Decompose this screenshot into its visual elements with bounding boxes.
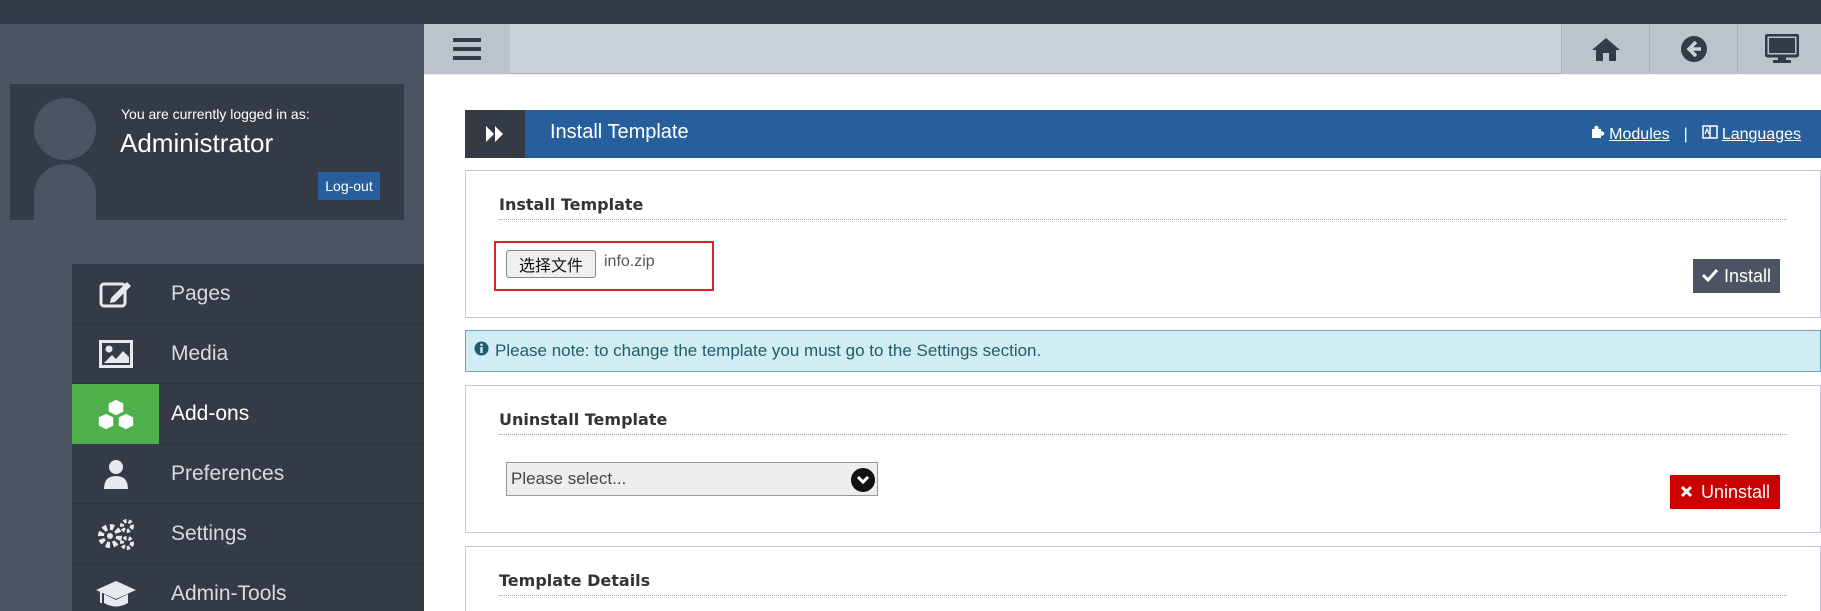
panel-title: Install Template — [499, 195, 644, 214]
main-menu: Pages Media Add-ons Preferences Settings… — [72, 264, 424, 611]
gears-icon — [72, 504, 159, 564]
info-note: Please note: to change the template you … — [465, 330, 1821, 372]
back-icon[interactable] — [1649, 24, 1737, 74]
panel-title: Template Details — [499, 571, 651, 590]
menu-item-label: Settings — [171, 521, 247, 545]
link-separator: | — [1683, 125, 1688, 143]
logout-button[interactable]: Log-out — [318, 172, 380, 200]
note-text: Please note: to change the template you … — [495, 341, 1042, 360]
menu-icon[interactable] — [424, 24, 510, 74]
language-icon — [1702, 125, 1718, 144]
menu-item-preferences[interactable]: Preferences — [72, 444, 424, 504]
info-icon — [474, 341, 489, 361]
uninstall-button[interactable]: Uninstall — [1670, 475, 1780, 509]
divider — [499, 219, 1787, 220]
graduation-cap-icon — [72, 564, 159, 611]
panel-title: Uninstall Template — [499, 410, 668, 429]
menu-item-settings[interactable]: Settings — [72, 504, 424, 564]
page-header: Install Template Modules | Languages — [465, 110, 1821, 158]
puzzle-icon — [1591, 125, 1605, 144]
menu-item-label: Admin-Tools — [171, 581, 287, 605]
install-label: Install — [1723, 265, 1772, 286]
divider — [499, 595, 1787, 596]
content-area: Install Template Modules | Languages Ins… — [424, 75, 1821, 611]
languages-link[interactable]: Languages — [1722, 126, 1801, 144]
uninstall-label: Uninstall — [1700, 481, 1771, 502]
toolbar — [424, 24, 1821, 74]
divider — [499, 434, 1787, 435]
image-icon — [72, 324, 159, 384]
menu-item-label: Preferences — [171, 461, 285, 485]
sidebar: You are currently logged in as: Administ… — [0, 24, 424, 611]
double-chevron-right-icon — [465, 110, 525, 158]
user-box: You are currently logged in as: Administ… — [10, 84, 404, 220]
avatar — [32, 98, 96, 220]
header-links: Modules | Languages — [1591, 125, 1801, 144]
menu-item-label: Pages — [171, 281, 231, 305]
edit-icon — [72, 264, 159, 324]
top-bar — [0, 0, 1821, 24]
chevron-down-icon — [851, 468, 875, 492]
install-button[interactable]: Install — [1693, 259, 1780, 293]
home-icon[interactable] — [1561, 24, 1649, 74]
page-title: Install Template — [550, 121, 689, 143]
file-input-highlight: 选择文件 info.zip — [494, 241, 714, 291]
menu-item-admin-tools[interactable]: Admin-Tools — [72, 564, 424, 611]
template-select[interactable]: Please select... — [506, 462, 878, 496]
close-icon — [1680, 482, 1693, 503]
details-panel: Template Details — [465, 546, 1821, 611]
menu-item-label: Media — [171, 341, 229, 365]
install-panel: Install Template 选择文件 info.zip Install — [465, 170, 1821, 318]
select-value: Please select... — [511, 469, 627, 488]
menu-item-media[interactable]: Media — [72, 324, 424, 384]
menu-item-pages[interactable]: Pages — [72, 264, 424, 324]
selected-file-name: info.zip — [604, 253, 655, 270]
user-name: Administrator — [120, 128, 274, 158]
cubes-icon — [72, 383, 159, 444]
menu-item-label: Add-ons — [171, 401, 250, 425]
uninstall-panel: Uninstall Template Please select... Unin… — [465, 385, 1821, 533]
choose-file-button[interactable]: 选择文件 — [506, 250, 596, 278]
check-icon — [1701, 266, 1719, 287]
main-area: Install Template Modules | Languages Ins… — [424, 24, 1821, 611]
user-icon — [72, 444, 159, 504]
menu-item-addons[interactable]: Add-ons — [72, 383, 424, 444]
modules-link[interactable]: Modules — [1609, 126, 1669, 144]
desktop-icon[interactable] — [1737, 24, 1821, 74]
logged-in-label: You are currently logged in as: — [121, 106, 310, 122]
